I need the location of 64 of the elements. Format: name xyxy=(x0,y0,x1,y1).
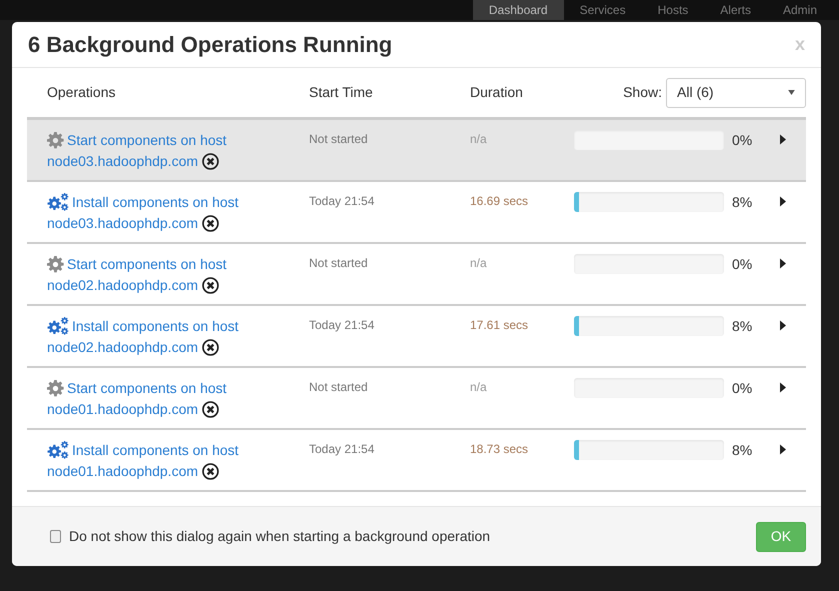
start-time: Today 21:54 xyxy=(309,317,376,334)
start-time: Not started xyxy=(309,379,369,396)
remove-icon[interactable] xyxy=(202,463,220,480)
play-icon[interactable] xyxy=(780,134,786,145)
host-link[interactable]: node02.hadoophdp.com xyxy=(47,275,198,296)
dialog-title: 6 Background Operations Running xyxy=(28,31,392,59)
start-time: Not started xyxy=(309,255,369,272)
operation-link[interactable]: Install components on host xyxy=(72,440,239,461)
host-link[interactable]: node01.hadoophdp.com xyxy=(47,461,198,482)
operation-link[interactable]: Start components on host xyxy=(67,130,227,151)
duration: 17.61 secs xyxy=(470,317,530,334)
host-link[interactable]: node03.hadoophdp.com xyxy=(47,151,198,172)
operation-link[interactable]: Install components on host xyxy=(72,316,239,337)
progress-percent: 8% xyxy=(731,441,754,460)
filter-dropdown[interactable]: All (6) xyxy=(666,78,806,108)
start-time: Not started xyxy=(309,131,369,148)
progress-percent: 0% xyxy=(731,131,754,150)
duration: n/a xyxy=(470,255,488,272)
nav-tab[interactable]: Dashboard xyxy=(472,0,564,20)
remove-icon[interactable] xyxy=(202,215,220,232)
operation-row[interactable]: Start components on host node03.hadoophdp.com Not started n/a 0% xyxy=(27,120,806,182)
caret-icon xyxy=(788,90,795,95)
column-header: Duration xyxy=(470,83,524,102)
play-icon[interactable] xyxy=(780,196,786,207)
play-icon[interactable] xyxy=(780,258,786,269)
operation-link[interactable]: Install components on host xyxy=(72,192,239,213)
progress-percent: 8% xyxy=(731,193,754,212)
gear-icon xyxy=(47,256,64,273)
progress-percent: 0% xyxy=(731,255,754,274)
checkbox[interactable] xyxy=(50,530,61,543)
operation-link[interactable]: Start components on host xyxy=(67,378,227,399)
remove-icon[interactable] xyxy=(202,401,220,418)
start-time: Today 21:54 xyxy=(309,193,376,210)
play-icon[interactable] xyxy=(780,444,786,455)
remove-icon[interactable] xyxy=(202,153,220,170)
host-link[interactable]: node03.hadoophdp.com xyxy=(47,213,198,234)
ok-button[interactable]: OK xyxy=(756,522,806,552)
remove-icon[interactable] xyxy=(202,277,220,294)
filter-label: Show: xyxy=(623,83,662,102)
play-icon[interactable] xyxy=(780,382,786,393)
gears-icon xyxy=(47,441,69,460)
progress-percent: 8% xyxy=(731,317,754,336)
column-header: Start Time xyxy=(309,83,374,102)
nav-tab[interactable]: Hosts xyxy=(642,0,704,20)
checkbox-label: Do not show this dialog again when starting a background operation xyxy=(69,527,490,546)
duration: 18.73 secs xyxy=(470,441,530,458)
nav-tab[interactable]: Services xyxy=(564,0,642,20)
gear-icon xyxy=(47,132,64,149)
operation-link[interactable]: Start components on host xyxy=(67,254,227,275)
nav-tab[interactable]: Alerts xyxy=(704,0,767,20)
remove-icon[interactable] xyxy=(202,339,220,356)
start-time: Today 21:54 xyxy=(309,441,376,458)
host-link[interactable]: node01.hadoophdp.com xyxy=(47,399,198,420)
nav-tab[interactable]: Admin xyxy=(766,0,833,20)
duration: n/a xyxy=(470,379,488,396)
progress-percent: 0% xyxy=(731,379,754,398)
column-header: Operations xyxy=(46,83,116,102)
duration: n/a xyxy=(470,131,488,148)
gears-icon xyxy=(47,193,69,212)
host-link[interactable]: node02.hadoophdp.com xyxy=(47,337,198,358)
duration: 16.69 secs xyxy=(470,193,530,210)
play-icon[interactable] xyxy=(780,320,786,331)
gear-icon xyxy=(47,380,64,397)
gears-icon xyxy=(47,317,69,336)
